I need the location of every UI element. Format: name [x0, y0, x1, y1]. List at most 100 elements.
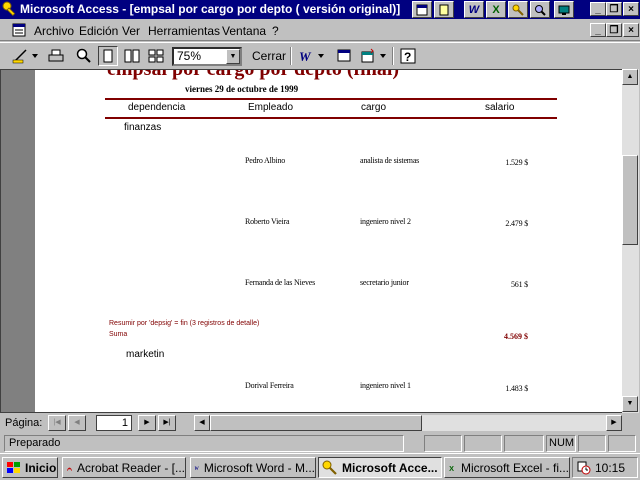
- two-pages-icon: [124, 49, 140, 63]
- menu-ventana[interactable]: Ventana: [222, 24, 266, 38]
- printer-icon: [48, 49, 64, 62]
- word-icon: W: [194, 466, 199, 471]
- vertical-scrollbar[interactable]: ▲ ▼: [622, 69, 639, 413]
- access-shortcut-icon[interactable]: [508, 1, 528, 18]
- close-preview-button[interactable]: Cerrar: [248, 47, 290, 65]
- task-acrobat-reader[interactable]: Acrobat Reader - [...: [62, 457, 186, 478]
- svg-text:X: X: [449, 463, 454, 472]
- menu-bar: Archivo Edición Ver Herramientas Ventana…: [0, 20, 640, 41]
- doc-close-button[interactable]: ×: [623, 23, 639, 37]
- cell-cargo: ingeniero nivel 2: [360, 217, 411, 226]
- svg-text:W: W: [299, 49, 312, 64]
- toolbar-separator: [290, 47, 292, 65]
- cell-empleado: Fernanda de las Nieves: [245, 278, 316, 287]
- last-page-button[interactable]: ▶|: [158, 415, 176, 431]
- cell-empleado: Roberto Vieira: [245, 217, 290, 226]
- first-page-button[interactable]: |◀: [48, 415, 66, 431]
- cell-salario: 1.483 $: [505, 384, 528, 393]
- horizontal-scrollbar[interactable]: ◀ ▶: [194, 415, 622, 431]
- task-microsoft-excel[interactable]: X Microsoft Excel - fi...: [444, 457, 570, 478]
- one-page-button[interactable]: [98, 46, 118, 66]
- word-shortcut-icon[interactable]: W: [464, 1, 484, 18]
- start-button[interactable]: Inicio: [2, 457, 58, 478]
- report-date: viernes 29 de octubre de 1999: [185, 84, 299, 94]
- column-header-salario: salario: [485, 102, 515, 113]
- scroll-up-button[interactable]: ▲: [622, 69, 638, 85]
- find-shortcut-icon[interactable]: [530, 1, 550, 18]
- doc-minimize-button[interactable]: _: [590, 23, 606, 37]
- group-sum-label: Suma: [109, 331, 128, 338]
- access-key-icon: [2, 1, 16, 16]
- new-object-icon: [361, 48, 374, 63]
- two-pages-button[interactable]: [122, 46, 142, 66]
- header-rule-top: [105, 98, 557, 100]
- office-binder-icon[interactable]: [434, 1, 454, 18]
- task-label: Microsoft Acce...: [342, 460, 438, 475]
- menu-archivo[interactable]: Archivo: [34, 24, 74, 38]
- chevron-down-icon: [32, 54, 38, 58]
- help-button[interactable]: ?: [398, 46, 418, 66]
- view-design-button[interactable]: [10, 46, 30, 66]
- network-shortcut-icon[interactable]: [554, 1, 574, 18]
- excel-shortcut-icon[interactable]: X: [486, 1, 506, 18]
- group-sum-value: 4.569 $: [504, 332, 528, 341]
- page-number-input[interactable]: 1: [96, 415, 132, 431]
- close-button[interactable]: ×: [623, 2, 639, 16]
- cell-salario: 1.529 $: [505, 158, 528, 167]
- access-key-icon: [322, 460, 337, 475]
- scroll-left-button[interactable]: ◀: [194, 415, 210, 431]
- task-label: Microsoft Word - M...: [203, 460, 315, 475]
- office-links-button[interactable]: W: [296, 46, 316, 66]
- header-rule-bottom: [105, 117, 557, 119]
- chevron-down-icon: [380, 54, 386, 58]
- page-label: Página:: [5, 417, 43, 429]
- view-dropdown-button[interactable]: [30, 46, 40, 66]
- svg-text:?: ?: [404, 50, 411, 64]
- report-doc-icon[interactable]: [12, 23, 26, 37]
- horizontal-scroll-thumb[interactable]: [210, 415, 422, 431]
- column-header-dependencia: dependencia: [128, 102, 186, 113]
- toolbar-separator: [392, 47, 394, 65]
- window-title: Microsoft Access - [empsal por cargo por…: [20, 2, 401, 16]
- menu-edicion[interactable]: Edición: [79, 24, 118, 38]
- menu-herramientas[interactable]: Herramientas: [148, 24, 220, 38]
- report-title: empsal por cargo por depto (final): [107, 70, 399, 81]
- doc-restore-button[interactable]: ❐: [606, 23, 622, 37]
- scroll-right-button[interactable]: ▶: [606, 415, 622, 431]
- report-page: empsal por cargo por depto (final) viern…: [35, 70, 623, 412]
- scheduler-clock-icon[interactable]: [577, 461, 591, 475]
- column-header-cargo: cargo: [361, 102, 387, 113]
- menu-ver[interactable]: Ver: [122, 24, 140, 38]
- cell-cargo: ingeniero nivel 1: [360, 381, 411, 390]
- group-summary-text: Resumir por 'depsig' = fin (3 registros …: [109, 320, 260, 327]
- task-microsoft-access[interactable]: Microsoft Acce...: [318, 457, 442, 478]
- office-shortcut-icon[interactable]: [412, 1, 432, 18]
- next-page-button[interactable]: ▶: [138, 415, 156, 431]
- chevron-down-icon[interactable]: ▼: [226, 49, 240, 64]
- magnifier-icon: [76, 48, 91, 63]
- cell-cargo: analista de sistemas: [360, 156, 420, 165]
- zoom-select[interactable]: 75% ▼: [172, 47, 242, 66]
- database-window-button[interactable]: [334, 46, 354, 66]
- cell-cargo: secretario junior: [360, 278, 409, 287]
- clock[interactable]: 10:15: [595, 461, 625, 475]
- previous-page-button[interactable]: ◀: [68, 415, 86, 431]
- task-microsoft-word[interactable]: W Microsoft Word - M...: [190, 457, 316, 478]
- zoom-button[interactable]: [74, 46, 94, 66]
- menu-help[interactable]: ?: [272, 24, 279, 38]
- chevron-down-icon: [318, 54, 324, 58]
- scroll-down-button[interactable]: ▼: [622, 396, 638, 412]
- taskbar: Inicio Acrobat Reader - [... W Microsoft…: [0, 453, 640, 480]
- new-object-button[interactable]: [358, 46, 378, 66]
- report-preview-area[interactable]: empsal por cargo por depto (final) viern…: [0, 69, 624, 413]
- vertical-scroll-thumb[interactable]: [622, 155, 638, 245]
- restore-button[interactable]: ❐: [606, 2, 622, 16]
- office-links-dropdown[interactable]: [316, 46, 326, 66]
- new-object-dropdown[interactable]: [378, 46, 388, 66]
- minimize-button[interactable]: _: [590, 2, 606, 16]
- status-indicator: [464, 435, 502, 452]
- multiple-pages-button[interactable]: [146, 46, 166, 66]
- print-button[interactable]: [46, 46, 66, 66]
- task-label: Acrobat Reader - [...: [76, 460, 185, 475]
- zoom-value: 75%: [177, 49, 202, 63]
